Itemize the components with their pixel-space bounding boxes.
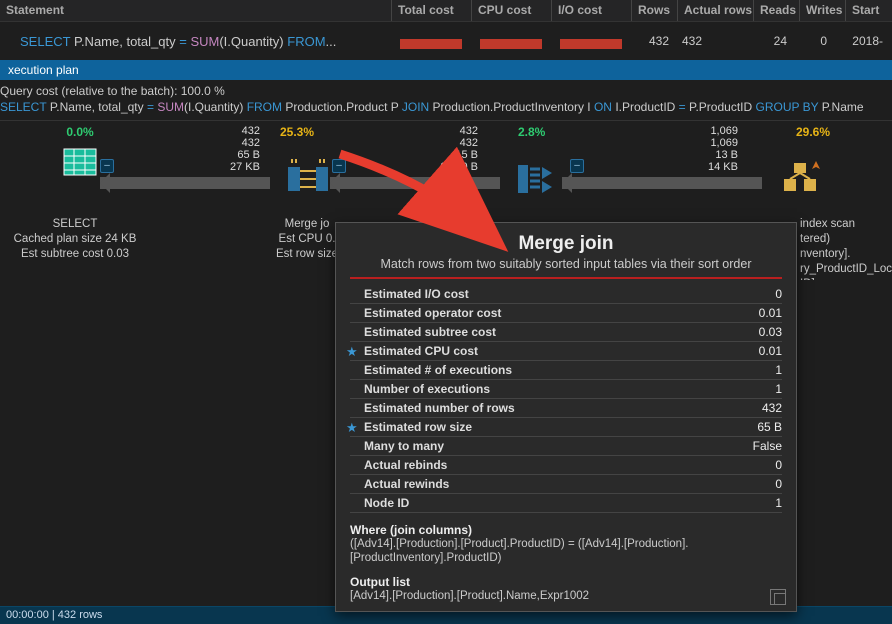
star-icon: ★ xyxy=(346,420,358,436)
tooltip-where-body: ([Adv14].[Production].[Product].ProductI… xyxy=(350,537,782,565)
tooltip-metric-value: 65 B xyxy=(757,420,782,434)
tooltip-metric-label: Actual rewinds xyxy=(350,477,449,491)
copy-icon[interactable] xyxy=(770,589,786,605)
stat-est-rows: 432 xyxy=(230,125,260,137)
results-header: Statement Total cost CPU cost I/O cost R… xyxy=(0,0,892,22)
tooltip-metric-value: False xyxy=(753,439,782,453)
actual-rows-cell: 432 xyxy=(676,31,732,51)
tooltip-metric-label: Estimated row size xyxy=(350,420,472,434)
tooltip-metric-row: Estimated I/O cost 0 xyxy=(350,285,782,304)
tooltip-metric-value: 0 xyxy=(775,458,782,472)
plan-node-index-scan[interactable]: 1,069 1,069 13 B 14 KB 29.6% xyxy=(680,125,890,173)
tooltip-metric-value: 1 xyxy=(775,382,782,396)
total-cost-bar xyxy=(400,33,470,49)
tooltip-metric-label: Estimated subtree cost xyxy=(350,325,496,339)
tooltip-title: Merge join xyxy=(350,233,782,255)
col-io-cost[interactable]: I/O cost xyxy=(552,0,632,21)
reads-cell: 24 xyxy=(732,31,794,51)
stat-act-rows: 432 xyxy=(230,137,260,149)
tooltip-metric-value: 0.03 xyxy=(759,325,782,339)
col-reads[interactable]: Reads xyxy=(754,0,800,21)
sql-statement: SELECT P.Name, total_qty = SUM(I.Quantit… xyxy=(20,34,392,49)
collapse-toggle[interactable]: – xyxy=(570,159,584,173)
flow-arrow xyxy=(330,177,500,189)
collapse-toggle[interactable]: – xyxy=(332,159,346,173)
start-cell: 2018- xyxy=(834,31,890,51)
stat-data-size: 27 KB xyxy=(230,161,260,173)
plan-node-merge-join[interactable]: 432 432 65 B 27 KB 25.3% xyxy=(212,125,372,173)
tooltip-where-header: Where (join columns) xyxy=(350,523,782,537)
tooltip-metric-label: Node ID xyxy=(350,496,409,510)
plan-node-aggregate[interactable]: 432 432 15 B 6,480 B 2.8% xyxy=(418,125,578,173)
io-cost-bar xyxy=(560,33,630,49)
writes-cell: 0 xyxy=(794,31,834,51)
tooltip-metric-row: Node ID 1 xyxy=(350,494,782,513)
tooltip-metric-label: Estimated operator cost xyxy=(350,306,501,320)
tooltip-metric-row: Actual rewinds 0 xyxy=(350,475,782,494)
tooltip-metric-value: 432 xyxy=(762,401,782,415)
select-node-label: SELECT Cached plan size 24 KB Est subtre… xyxy=(0,217,160,262)
tooltip-metric-row: ★Estimated CPU cost0.01 xyxy=(350,342,782,361)
merge-join-icon xyxy=(286,159,330,199)
tooltip-metric-row: ★Estimated row size65 B xyxy=(350,418,782,437)
tooltip-metric-value: 0.01 xyxy=(759,306,782,320)
col-total-cost[interactable]: Total cost xyxy=(392,0,472,21)
stat-row-size: 65 B xyxy=(230,149,260,161)
stream-aggregate-icon xyxy=(518,161,562,197)
index-scan-label: index scan tered) nventory]. ry_ProductI… xyxy=(800,217,892,280)
tooltip-output-header: Output list xyxy=(350,575,782,589)
table-row[interactable]: SELECT P.Name, total_qty = SUM(I.Quantit… xyxy=(0,22,892,60)
tooltip-metric-label: Number of executions xyxy=(350,382,490,396)
tooltip-metric-value: 0 xyxy=(775,477,782,491)
flow-arrow xyxy=(562,177,762,189)
collapse-toggle[interactable]: – xyxy=(100,159,114,173)
node-cost-pct: 2.8% xyxy=(518,125,545,139)
plan-node-select[interactable]: 0.0% xyxy=(0,125,160,181)
plan-sql: SELECT P.Name, total_qty = SUM(I.Quantit… xyxy=(0,100,892,120)
select-node-icon xyxy=(60,143,100,181)
tooltip-metric-label: Estimated # of executions xyxy=(350,363,512,377)
tooltip-metric-row: Estimated # of executions 1 xyxy=(350,361,782,380)
query-cost-label: Query cost (relative to the batch): 100.… xyxy=(0,80,892,100)
tooltip-metric-row: Many to many False xyxy=(350,437,782,456)
tooltip-metric-value: 1 xyxy=(775,363,782,377)
rows-cell: 432 xyxy=(630,31,676,51)
node-cost-pct: 0.0% xyxy=(0,125,160,139)
tooltip-metric-value: 1 xyxy=(775,496,782,510)
col-statement[interactable]: Statement xyxy=(0,0,392,21)
tooltip-metric-row: Estimated number of rows 432 xyxy=(350,399,782,418)
tooltip-metric-label: Many to many xyxy=(350,439,444,453)
col-writes[interactable]: Writes xyxy=(800,0,846,21)
tooltip-metric-row: Estimated operator cost 0.01 xyxy=(350,304,782,323)
tooltip-metric-row: Number of executions 1 xyxy=(350,380,782,399)
col-cpu-cost[interactable]: CPU cost xyxy=(472,0,552,21)
tooltip-metric-label: Actual rebinds xyxy=(350,458,447,472)
col-rows[interactable]: Rows xyxy=(632,0,678,21)
tab-execution-plan[interactable]: xecution plan xyxy=(0,60,892,80)
star-icon: ★ xyxy=(346,344,358,360)
tooltip-output-body: [Adv14].[Production].[Product].Name,Expr… xyxy=(350,589,782,603)
tooltip-metric-value: 0 xyxy=(775,287,782,301)
index-scan-icon xyxy=(780,159,820,199)
tooltip-subtitle: Match rows from two suitably sorted inpu… xyxy=(350,255,782,279)
tooltip-metric-label: Estimated number of rows xyxy=(350,401,515,415)
tooltip-metric-row: Estimated subtree cost 0.03 xyxy=(350,323,782,342)
cpu-cost-bar xyxy=(480,33,550,49)
col-actual-rows[interactable]: Actual rows xyxy=(678,0,754,21)
tooltip-metric-row: Actual rebinds 0 xyxy=(350,456,782,475)
tooltip-metric-label: Estimated I/O cost xyxy=(350,287,469,301)
node-tooltip: Merge join Match rows from two suitably … xyxy=(335,222,797,612)
tooltip-metric-value: 0.01 xyxy=(759,344,782,358)
tooltip-metric-label: Estimated CPU cost xyxy=(350,344,478,358)
col-start[interactable]: Start xyxy=(846,0,890,21)
